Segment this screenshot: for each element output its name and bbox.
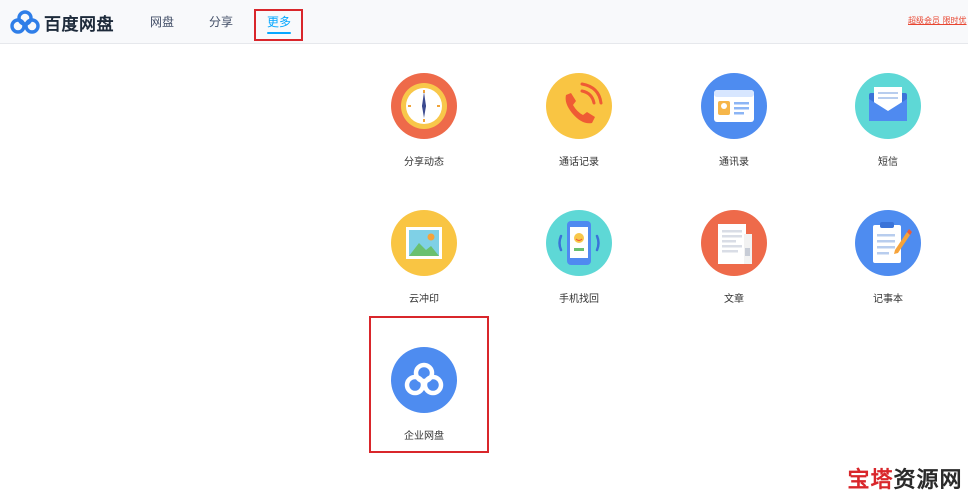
- baidu-cloud-logo-icon: [10, 10, 40, 34]
- app-article[interactable]: 文章: [669, 210, 799, 305]
- logo[interactable]: 百度网盘: [10, 9, 114, 35]
- app-share-activity[interactable]: 分享动态: [359, 73, 489, 168]
- nav-tab-share[interactable]: 分享: [209, 13, 233, 30]
- app-label: 文章: [724, 294, 744, 305]
- more-tab-highlight-box: [254, 9, 303, 41]
- app-label: 通讯录: [719, 157, 749, 168]
- app-label: 手机找回: [559, 294, 599, 305]
- phone-icon: [546, 73, 612, 139]
- app-label: 云冲印: [409, 294, 439, 305]
- app-label: 短信: [878, 157, 898, 168]
- enterprise-highlight-box: [369, 316, 489, 453]
- vip-promo-link[interactable]: 超级会员 限时优: [908, 15, 968, 26]
- envelope-icon: [855, 73, 921, 139]
- watermark-part2: 资源网: [893, 467, 963, 493]
- contact-card-icon: [701, 73, 767, 139]
- top-header: 百度网盘 网盘 分享 更多 超级会员 限时优: [0, 0, 968, 44]
- app-call-log[interactable]: 通话记录: [514, 73, 644, 168]
- document-icon: [701, 210, 767, 276]
- app-notepad[interactable]: 记事本: [823, 210, 953, 305]
- app-label: 通话记录: [559, 157, 599, 168]
- nav-tab-netdisk[interactable]: 网盘: [150, 13, 174, 30]
- app-contacts[interactable]: 通讯录: [669, 73, 799, 168]
- app-cloud-print[interactable]: 云冲印: [359, 210, 489, 305]
- app-label: 分享动态: [404, 157, 444, 168]
- app-find-phone[interactable]: 手机找回: [514, 210, 644, 305]
- app-sms[interactable]: 短信: [823, 73, 953, 168]
- logo-text: 百度网盘: [44, 14, 114, 35]
- photo-icon: [391, 210, 457, 276]
- notepad-icon: [855, 210, 921, 276]
- app-label: 记事本: [873, 294, 903, 305]
- watermark-part1: 宝塔: [847, 467, 894, 493]
- watermark: 宝塔 资源网: [842, 455, 968, 500]
- mobile-phone-icon: [546, 210, 612, 276]
- clock-icon: [391, 73, 457, 139]
